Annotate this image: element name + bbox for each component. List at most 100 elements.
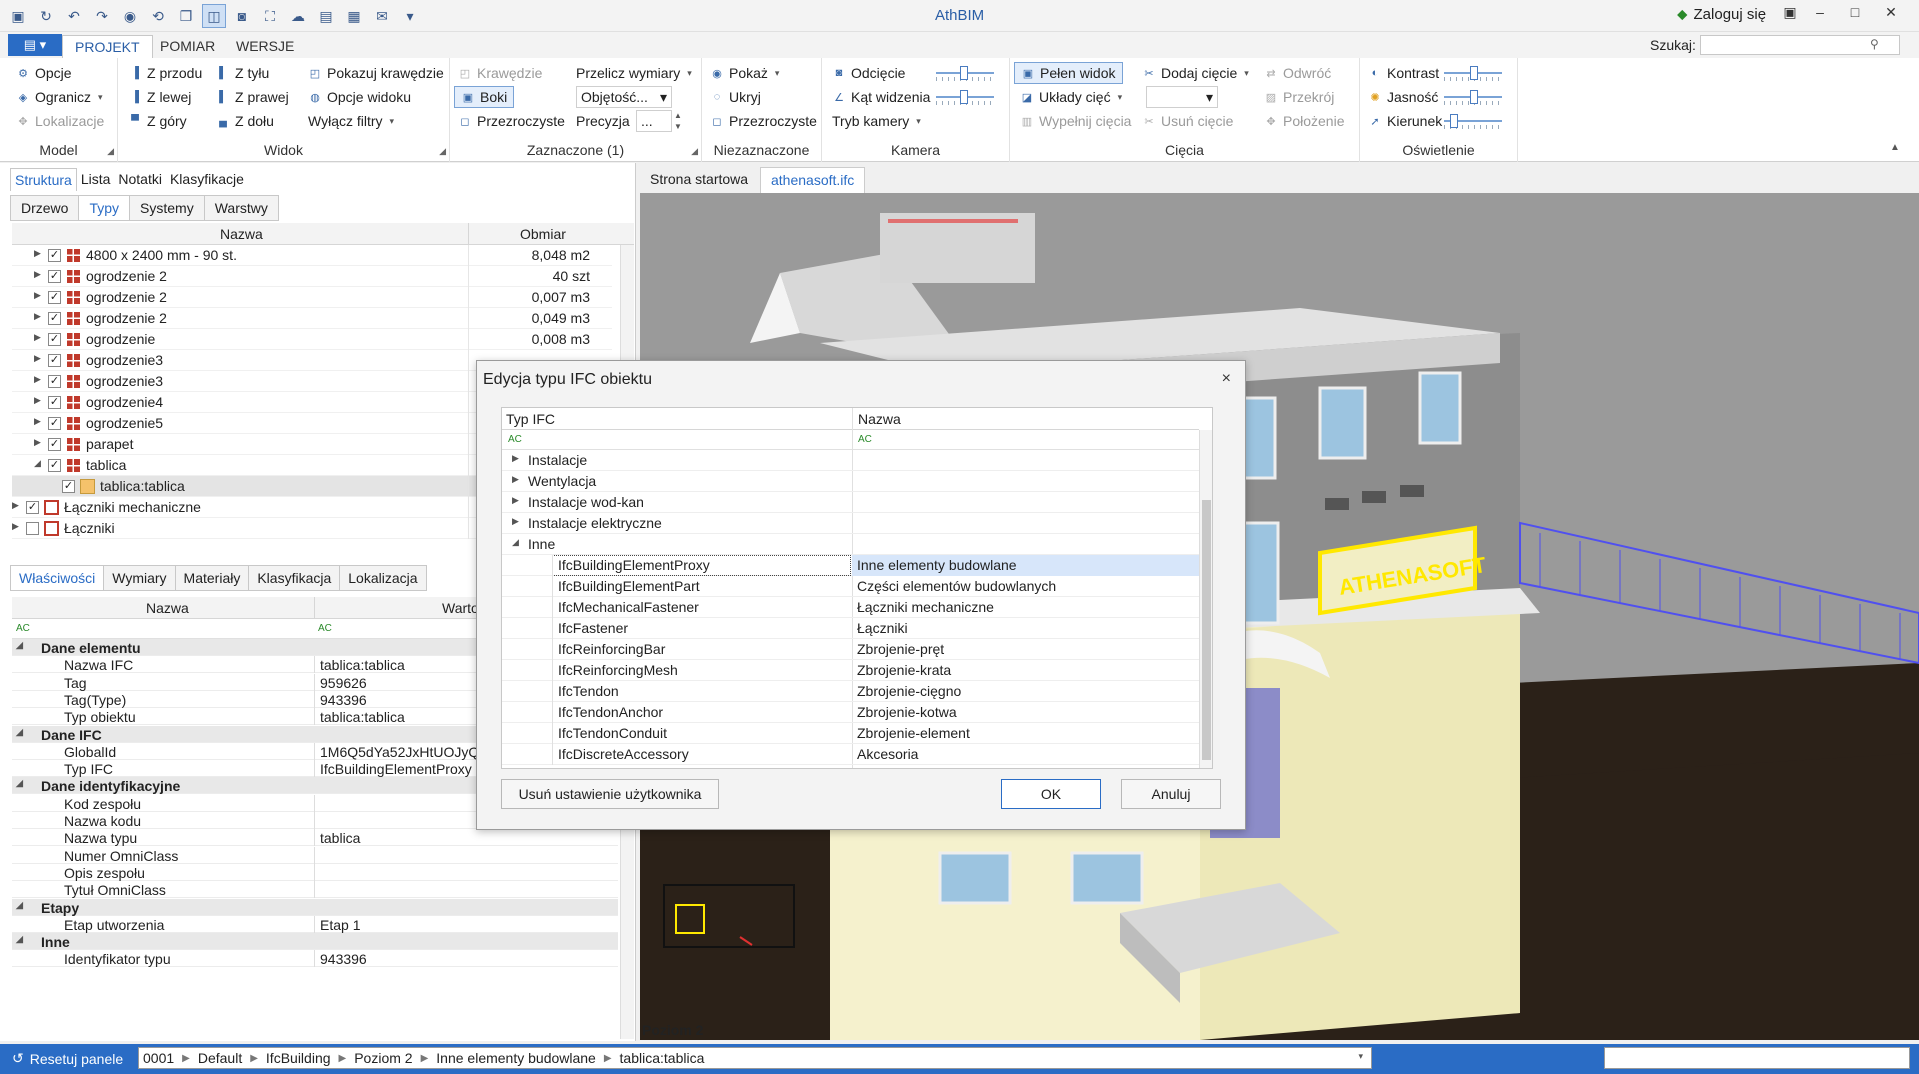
property-row[interactable]: Opis zespołu — [12, 863, 618, 881]
camera-icon[interactable]: ◙ — [230, 4, 254, 28]
tab-wlasciwosci[interactable]: Właściwości — [10, 565, 105, 591]
chevron-down-icon[interactable]: ◢ — [16, 900, 23, 911]
undo-icon[interactable]: ↶ — [62, 4, 86, 28]
property-row[interactable]: Nazwa typu tablica — [12, 829, 618, 847]
breadcrumb-item[interactable]: IfcBuilding — [266, 1050, 331, 1066]
przezroczyste-unselected-button[interactable]: ◻ Przezroczyste — [710, 110, 817, 132]
ifc-type-row[interactable]: IfcDiscreteAccessory Akcesoria — [502, 744, 1199, 765]
cancel-button[interactable]: Anuluj — [1121, 779, 1221, 809]
ifc-type-row[interactable]: IfcFastener Łączniki — [502, 618, 1199, 639]
visibility-checkbox[interactable]: ✓ — [48, 417, 61, 430]
chevron-right-icon[interactable]: ▶ — [34, 395, 41, 406]
reset-user-setting-button[interactable]: Usuń ustawienie użytkownika — [501, 779, 719, 809]
close-icon[interactable]: × — [1222, 370, 1231, 388]
filter-icon[interactable]: AC — [508, 434, 522, 445]
grid-icon[interactable]: ▦ — [342, 4, 366, 28]
visibility-checkbox[interactable]: ✓ — [48, 396, 61, 409]
breadcrumb-item[interactable]: 0001 — [143, 1050, 174, 1066]
tab-projekt[interactable]: PROJEKT — [62, 35, 153, 58]
przezroczyste-button[interactable]: ◻ Przezroczyste — [458, 110, 565, 132]
chevron-right-icon[interactable]: ▶ — [12, 500, 19, 511]
maximize-button[interactable]: □ — [1840, 4, 1870, 28]
tab-wymiary[interactable]: Wymiary — [104, 565, 176, 591]
breadcrumb-item[interactable]: Default — [198, 1050, 242, 1066]
chevron-right-icon[interactable]: ▶ — [34, 416, 41, 427]
column-typ-ifc[interactable]: Typ IFC — [506, 411, 555, 427]
visibility-checkbox[interactable] — [26, 522, 39, 535]
chevron-right-icon[interactable]: ▶ — [34, 332, 41, 343]
ifc-type-row[interactable]: IfcBuildingElementPart Części elementów b… — [502, 576, 1199, 597]
chevron-right-icon[interactable]: ▶ — [34, 290, 41, 301]
chevron-right-icon[interactable]: ▶ — [512, 453, 519, 464]
ifc-type-row[interactable]: IfcTendon Zbrojenie-cięgno — [502, 681, 1199, 702]
uklady-ciec-button[interactable]: ◪ Układy cięć ▾ — [1020, 86, 1122, 108]
visibility-checkbox[interactable]: ✓ — [48, 291, 61, 304]
boki-button[interactable]: ▣ Boki — [454, 86, 515, 108]
chevron-down-icon[interactable]: ◢ — [16, 934, 23, 945]
kat-widzenia-button[interactable]: ∠ Kąt widzenia — [832, 86, 930, 108]
tree-row[interactable]: ▶ ✓ ogrodzenie 2 0,049 m3 — [12, 308, 612, 329]
visibility-checkbox[interactable]: ✓ — [26, 501, 39, 514]
z-prawej-button[interactable]: ▌ Z prawej — [216, 86, 289, 108]
ifc-group-row[interactable]: ▶ Instalacje — [502, 450, 1199, 471]
subtab-warstwy[interactable]: Warstwy — [204, 195, 279, 221]
walk-icon[interactable]: ⛶ — [258, 4, 282, 28]
z-gory-button[interactable]: ▀ Z góry — [128, 110, 187, 132]
visibility-checkbox[interactable]: ✓ — [48, 249, 61, 262]
chevron-right-icon[interactable]: ▶ — [34, 248, 41, 259]
chevron-down-icon[interactable]: ▾ — [1358, 1051, 1363, 1062]
subtab-drzewo[interactable]: Drzewo — [10, 195, 80, 221]
przekroj-button[interactable]: ▨ Przekrój — [1264, 86, 1335, 108]
subtab-systemy[interactable]: Systemy — [130, 195, 205, 221]
visibility-checkbox[interactable]: ✓ — [48, 438, 61, 451]
collapse-ribbon-icon[interactable]: ▲ — [1890, 142, 1900, 153]
filter-icon[interactable]: AC — [858, 434, 872, 445]
chevron-down-icon[interactable]: ◢ — [16, 640, 23, 651]
tab-materialy[interactable]: Materiały — [175, 565, 250, 591]
file-menu-button[interactable]: ▤ ▾ — [8, 34, 62, 56]
tab-klasyfikacja[interactable]: Klasyfikacja — [249, 565, 341, 591]
visibility-checkbox[interactable]: ✓ — [48, 312, 61, 325]
view-cube-icon[interactable]: ◫ — [202, 4, 226, 28]
wypelnij-ciecia-button[interactable]: ▥ Wypełnij cięcia — [1020, 110, 1132, 132]
chevron-right-icon[interactable]: ▶ — [512, 516, 519, 527]
krawedzie-button[interactable]: ◰ Krawędzie — [458, 62, 543, 84]
property-category[interactable]: ◢ Inne — [12, 933, 618, 951]
jasnosc-button[interactable]: ✺ Jasność — [1368, 86, 1438, 108]
odciecie-button[interactable]: ◙ Odcięcie — [832, 62, 906, 84]
visibility-checkbox[interactable]: ✓ — [48, 270, 61, 283]
chevron-down-icon[interactable]: ◢ — [16, 778, 23, 789]
tree-row[interactable]: ▶ ✓ ogrodzenie 0,008 m3 — [12, 329, 612, 350]
column-nazwa[interactable]: Nazwa — [220, 226, 263, 242]
precision-stepper[interactable]: ... — [636, 110, 672, 132]
z-lewej-button[interactable]: ▐ Z lewej — [128, 86, 191, 108]
column-nazwa[interactable]: Nazwa — [146, 600, 189, 616]
filter-icon[interactable]: AC — [318, 623, 332, 634]
chevron-down-icon[interactable]: ◢ — [512, 537, 519, 548]
pokazuj-krawedzie-button[interactable]: ◰ Pokazuj krawędzie — [308, 62, 444, 84]
property-row[interactable]: Identyfikator typu 943396 — [12, 950, 618, 968]
breadcrumb-item[interactable]: tablica:tablica — [620, 1050, 705, 1066]
chevron-right-icon[interactable]: ▶ — [34, 437, 41, 448]
tryb-kamery-button[interactable]: Tryb kamery ▾ — [832, 110, 921, 132]
z-tylu-button[interactable]: ▌ Z tyłu — [216, 62, 269, 84]
copy-icon[interactable]: ❐ — [174, 4, 198, 28]
refresh-icon[interactable]: ↻ — [34, 4, 58, 28]
opcje-widoku-button[interactable]: ◍ Opcje widoku — [308, 86, 411, 108]
dialog-scrollbar[interactable] — [1199, 430, 1212, 768]
ifc-type-row[interactable]: IfcReinforcingMesh Zbrojenie-krata — [502, 660, 1199, 681]
property-row[interactable]: Tytuł OmniClass — [12, 881, 618, 899]
tab-strona-startowa[interactable]: Strona startowa — [640, 167, 758, 193]
chevron-right-icon[interactable]: ▶ — [512, 474, 519, 485]
tree-row[interactable]: ▶ ✓ ogrodzenie 2 40 szt — [12, 266, 612, 287]
jasnosc-slider[interactable] — [1444, 89, 1502, 105]
dodaj-ciecie-button[interactable]: ✂ Dodaj cięcie ▾ — [1142, 62, 1248, 84]
lokalizacje-button[interactable]: ✥ Lokalizacje — [16, 110, 104, 132]
tab-lokalizacja[interactable]: Lokalizacja — [340, 565, 427, 591]
kat-widzenia-slider[interactable] — [936, 89, 994, 105]
visibility-checkbox[interactable]: ✓ — [48, 459, 61, 472]
chevron-right-icon[interactable]: ▶ — [34, 269, 41, 280]
tab-notatki[interactable]: Notatki — [114, 168, 166, 191]
ifc-type-row[interactable]: IfcTendonAnchor Zbrojenie-kotwa — [502, 702, 1199, 723]
section-select[interactable]: ▾ — [1146, 86, 1218, 108]
